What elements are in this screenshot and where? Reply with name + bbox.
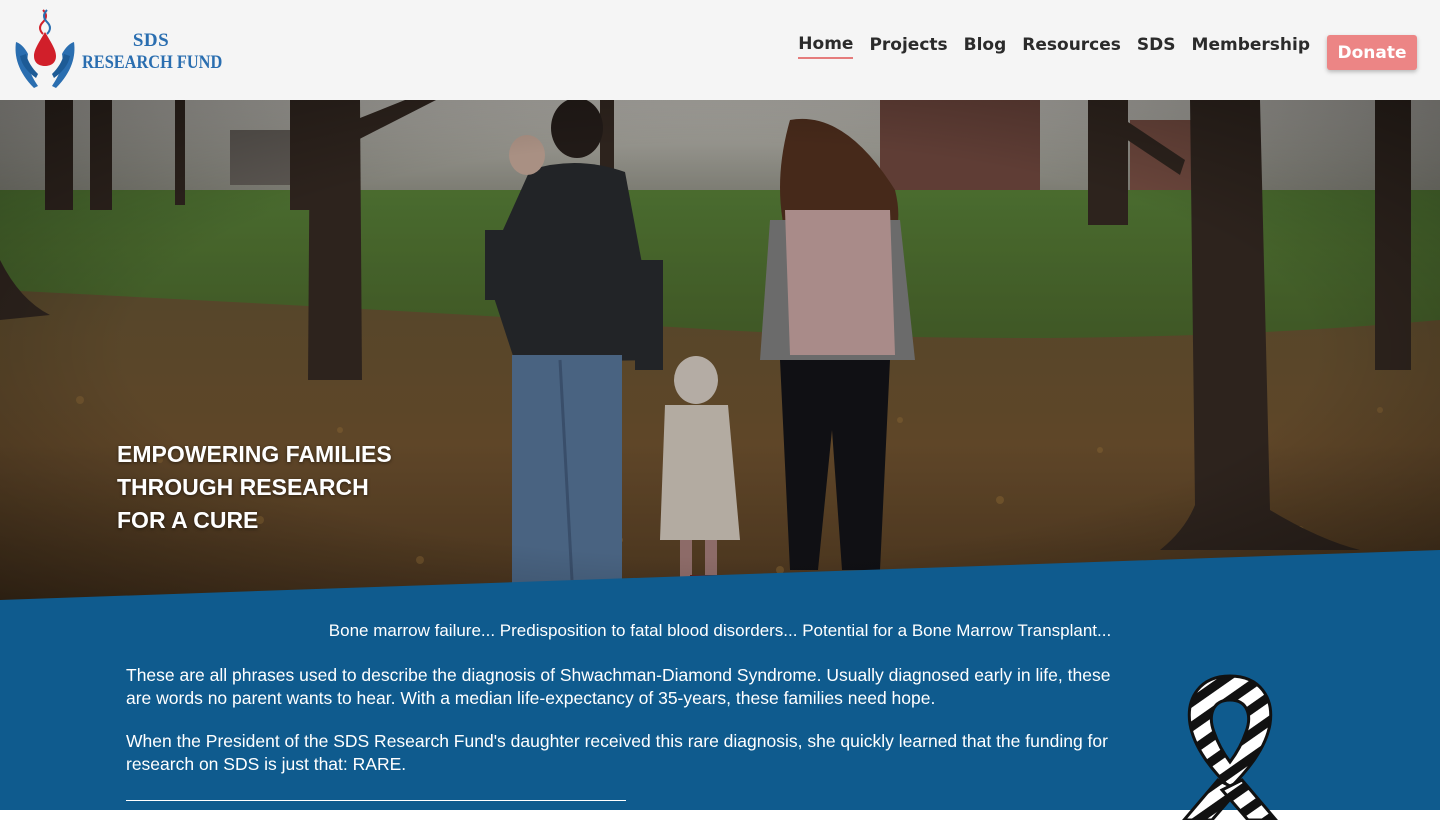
nav-membership[interactable]: Membership — [1192, 35, 1310, 58]
hero-tagline-line2: THROUGH RESEARCH — [117, 474, 369, 500]
hero-tagline: EMPOWERING FAMILIES THROUGH RESEARCH FOR… — [117, 438, 477, 537]
site-header: SDS RESEARCH FUND Home Projects Blog Res… — [0, 0, 1440, 100]
nav-resources[interactable]: Resources — [1022, 35, 1121, 58]
nav-blog[interactable]: Blog — [964, 35, 1007, 58]
logo-link[interactable]: SDS RESEARCH FUND — [12, 8, 222, 92]
logo-hands-drop-icon — [15, 9, 75, 88]
logo-wordmark: SDS RESEARCH FUND — [76, 30, 226, 74]
main-nav: Home Projects Blog Resources SDS Members… — [798, 34, 1310, 59]
intro-paragraph-1: These are all phrases used to describe t… — [126, 665, 1111, 708]
section-divider — [126, 800, 626, 801]
logo-line2: RESEARCH FUND — [82, 52, 223, 73]
hero-section: EMPOWERING FAMILIES THROUGH RESEARCH FOR… — [0, 100, 1440, 600]
zebra-ribbon-icon — [1182, 674, 1278, 820]
intro-paragraph-2: When the President of the SDS Research F… — [126, 731, 1108, 774]
intro-headline: Bone marrow failure... Predisposition to… — [328, 621, 1112, 640]
logo-line1: SDS — [132, 30, 170, 51]
donate-button[interactable]: Donate — [1327, 35, 1417, 70]
hero-tagline-line3: FOR A CURE — [117, 507, 259, 533]
nav-sds[interactable]: SDS — [1137, 35, 1176, 58]
hero-tagline-line1: EMPOWERING FAMILIES — [117, 441, 392, 467]
nav-projects[interactable]: Projects — [869, 35, 947, 58]
nav-home[interactable]: Home — [798, 34, 854, 59]
